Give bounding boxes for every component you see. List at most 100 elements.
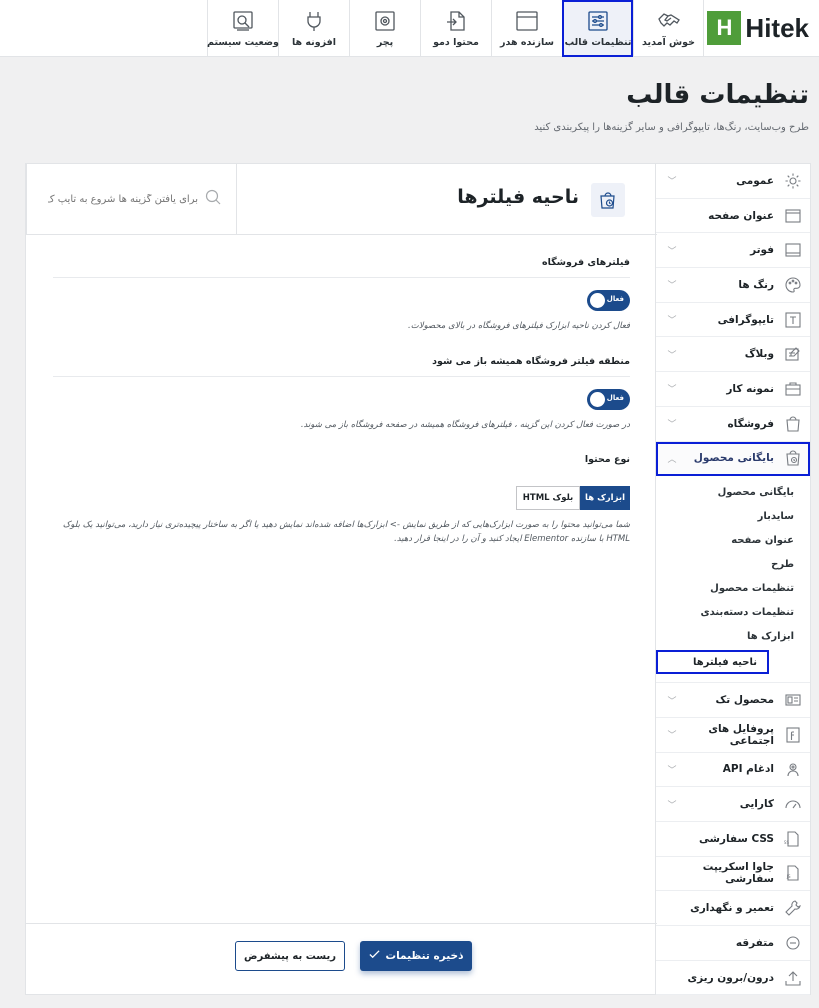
always-open-toggle[interactable]: فعال: [587, 388, 630, 410]
social-profile-icon: [784, 726, 802, 744]
top-tabs: خوش آمدید تنظیمات قالب سازنده هدر محتوا …: [207, 0, 704, 57]
subnav-item-layout[interactable]: طرح: [656, 552, 810, 576]
upload-icon: [784, 969, 802, 987]
tab-label: افزونه ها: [291, 36, 337, 48]
subnav-item-sidebar[interactable]: سایدبار: [656, 504, 810, 528]
sidebar-item-misc[interactable]: متفرقه: [656, 926, 810, 961]
chevron-down-icon: ﹀: [667, 281, 677, 292]
tab-label: محتوا دمو: [433, 36, 479, 48]
logo[interactable]: H Hitek: [707, 10, 809, 46]
tab-theme-settings[interactable]: تنظیمات قالب: [562, 0, 633, 57]
subnav-item-product-archive[interactable]: بایگانی محصول: [656, 480, 810, 504]
tab-label: خوش آمدید: [642, 36, 695, 48]
sidebar-item-product-archive[interactable]: بایگانی محصول ︿: [656, 441, 810, 477]
toggle-knob: [590, 391, 605, 407]
toggle-label: فعال: [606, 393, 624, 402]
tab-label: سازنده هدر: [500, 36, 554, 48]
circle-minus-icon: [784, 934, 802, 952]
content-type-html-block-button[interactable]: بلوک HTML: [516, 486, 580, 511]
toggle-knob: [590, 293, 605, 308]
logo-text: Hitek: [745, 12, 809, 43]
option-content-type: نوع محتوا ابزارک ها بلوک HTML شما می‌توا…: [53, 432, 630, 546]
subnav-item-product-settings[interactable]: تنظیمات محصول: [656, 576, 810, 600]
subnav-item-filters-area[interactable]: ناحیه فیلترها: [656, 650, 769, 675]
sidebar-item-footer[interactable]: فوتر ﹀: [656, 233, 810, 269]
footer-icon: [784, 241, 802, 259]
chevron-down-icon: ﹀: [667, 316, 677, 327]
page-title-icon: [784, 207, 802, 225]
tab-demo-content[interactable]: محتوا دمو: [420, 0, 491, 57]
chevron-up-icon: ︿: [667, 454, 677, 465]
file-import-icon: [447, 10, 465, 31]
shop-bag-clock-icon: [591, 183, 625, 217]
sidebar-item-blog[interactable]: وبلاگ ﹀: [656, 337, 810, 373]
chevron-down-icon: ﹀: [667, 731, 677, 742]
blog-icon: [784, 345, 802, 363]
sidebar-item-portfolio[interactable]: نمونه کار ﹀: [656, 372, 810, 407]
palette-icon: [784, 276, 802, 294]
settings-panel: عمومی ﹀ عنوان صفحه فوتر ﹀ رنگ ها ﹀ تایپو…: [25, 163, 811, 996]
handshake-icon: [657, 12, 680, 27]
typography-icon: [784, 311, 802, 329]
sidebar-item-api-integration[interactable]: ادغام API ﹀: [656, 753, 810, 788]
tab-patcher[interactable]: پچر: [349, 0, 420, 57]
tab-system-status[interactable]: وضعیت سیستم: [207, 0, 279, 57]
chevron-down-icon: ﹀: [667, 385, 677, 396]
save-settings-button[interactable]: ذخیره تنظیمات: [360, 941, 472, 971]
subnav-item-page-title[interactable]: عنوان صفحه: [656, 528, 810, 552]
subnav-item-widgets[interactable]: ابزارک ها: [656, 624, 810, 648]
sidebar-item-single-product[interactable]: محصول تک ﹀: [656, 683, 810, 718]
wrench-icon: [784, 899, 802, 917]
settings-sidebar: عمومی ﹀ عنوان صفحه فوتر ﹀ رنگ ها ﹀ تایپو…: [655, 164, 810, 996]
option-title: نوع محتوا: [584, 454, 630, 466]
toggle-label: فعال: [606, 295, 624, 303]
sidebar-item-typography[interactable]: تایپوگرافی ﹀: [656, 303, 810, 338]
tab-header-builder[interactable]: سازنده هدر: [491, 0, 562, 57]
chevron-down-icon: ﹀: [667, 246, 677, 257]
section-title: ناحیه فیلترها: [457, 186, 579, 208]
sidebar-item-performance[interactable]: کارایی ﹀: [656, 787, 810, 822]
chevron-down-icon: ﹀: [667, 765, 677, 776]
search-input[interactable]: [48, 193, 198, 205]
top-navigation: H Hitek خوش آمدید تنظیمات قالب سازنده هد…: [0, 0, 819, 57]
sidebar-item-social-profiles[interactable]: پروفایل های اجتماعی ﹀: [656, 718, 810, 753]
option-title: فیلترهای فروشگاه: [53, 235, 630, 278]
sidebar-subnav: بایگانی محصول سایدبار عنوان صفحه طرح تنظ…: [656, 476, 810, 684]
sidebar-item-custom-js[interactable]: JS جاوا اسکریپت سفارشی: [656, 857, 810, 892]
option-always-open: منطقه فیلتر فروشگاه همیشه باز می شود فعا…: [53, 334, 630, 433]
tab-label: وضعیت سیستم: [207, 36, 279, 48]
sidebar-item-general[interactable]: عمومی ﹀: [656, 164, 810, 199]
system-status-icon: [233, 10, 253, 31]
chevron-down-icon: ﹀: [667, 420, 677, 431]
save-label: ذخیره تنظیمات: [385, 950, 464, 962]
sidebar-item-shop[interactable]: فروشگاه ﹀: [656, 407, 810, 442]
sidebar-item-page-title[interactable]: عنوان صفحه: [656, 199, 810, 234]
single-product-icon: [784, 691, 802, 709]
subnav-item-category-settings[interactable]: تنظیمات دسته‌بندی: [656, 600, 810, 624]
option-description: شما می‌توانید محتوا را به صورت ابزارک‌ها…: [62, 520, 630, 544]
sidebar-item-maintenance[interactable]: تعمیر و نگهداری: [656, 891, 810, 926]
tab-welcome[interactable]: خوش آمدید: [633, 0, 704, 57]
api-integration-icon: [784, 760, 802, 778]
options-area: فیلترهای فروشگاه فعال فعال کردن ناحیه اب…: [26, 235, 657, 546]
chevron-down-icon: ﹀: [667, 177, 677, 188]
sidebar-item-custom-css[interactable]: CSS CSS سفارشی: [656, 822, 810, 857]
sliders-icon: [588, 10, 608, 31]
speedometer-icon: [784, 795, 802, 813]
reset-defaults-button[interactable]: ریست به پیشفرض: [235, 941, 345, 971]
option-title: منطقه فیلتر فروشگاه همیشه باز می شود: [53, 334, 630, 377]
shop-filters-toggle[interactable]: فعال: [587, 290, 630, 311]
briefcase-icon: [784, 380, 802, 398]
page-title: تنظیمات قالب: [626, 80, 809, 110]
search-box: [26, 164, 237, 234]
option-description: فعال کردن ناحیه ابزارک فیلترهای فروشگاه …: [408, 321, 630, 331]
shopping-bag-icon: [784, 415, 802, 433]
checkmark-icon: [369, 949, 380, 963]
js-file-icon: JS: [784, 864, 802, 882]
sidebar-item-import-export[interactable]: درون/برون ریزی: [656, 961, 810, 996]
sidebar-item-colors[interactable]: رنگ ها ﹀: [656, 268, 810, 303]
browser-window-icon: [516, 10, 538, 31]
tab-plugins[interactable]: افزونه ها: [278, 0, 349, 57]
content-type-widgets-button[interactable]: ابزارک ها: [580, 486, 630, 511]
tab-label: تنظیمات قالب: [564, 36, 632, 48]
